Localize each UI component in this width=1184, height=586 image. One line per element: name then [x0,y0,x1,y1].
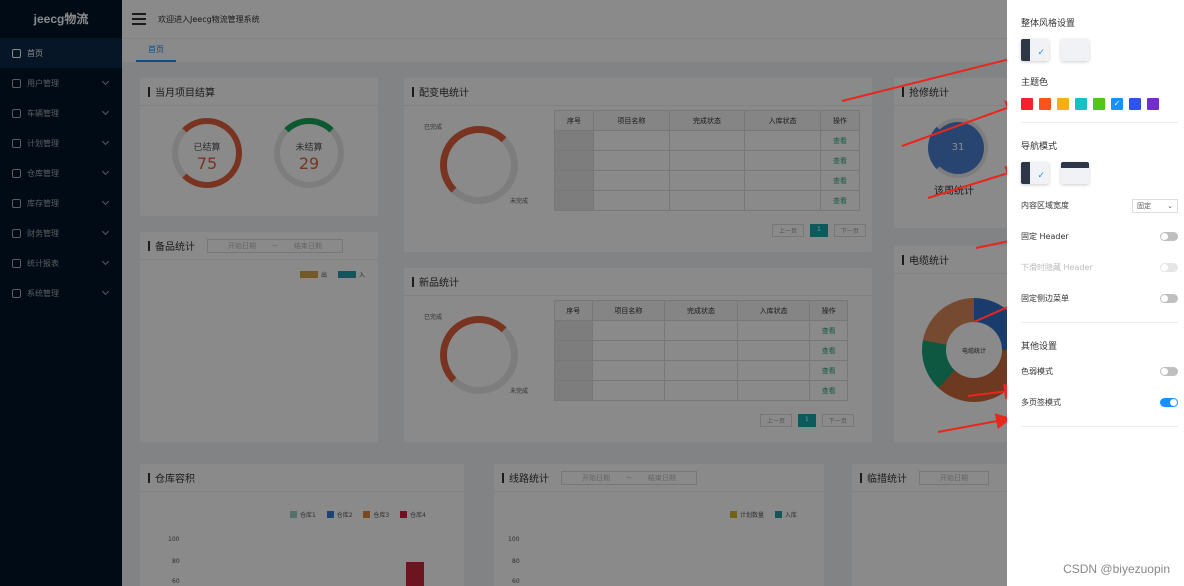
watermark: CSDN @biyezuopin [1063,562,1170,576]
theme-color-orange[interactable] [1057,98,1069,110]
hide-header-row: 下滑时隐藏 Header [1021,252,1178,283]
settings-drawer: 整体风格设置 ✓ 主题色 ✓ 导航模式 ✓ 内容区域宽度 固定 ⌄ 固定 Head… [1007,0,1184,586]
check-icon: ✓ [1037,48,1045,58]
theme-section-title: 主题色 [1021,78,1049,88]
light-style-option[interactable] [1061,39,1089,61]
theme-color-blue[interactable]: ✓ [1111,98,1123,110]
theme-color-cyan[interactable] [1075,98,1087,110]
fixed-sidebar-switch[interactable] [1160,294,1178,303]
modal-mask[interactable] [0,0,1007,586]
hide-header-switch[interactable] [1160,263,1178,272]
side-nav-option[interactable]: ✓ [1021,162,1049,184]
theme-color-geekblue[interactable] [1129,98,1141,110]
fixed-header-switch[interactable] [1160,232,1178,241]
weak-mode-switch[interactable] [1160,367,1178,376]
weak-mode-label: 色弱模式 [1021,367,1053,376]
dark-style-option[interactable]: ✓ [1021,39,1049,61]
content-width-row: 内容区域宽度 固定 ⌄ [1021,190,1178,221]
hide-header-label: 下滑时隐藏 Header [1021,263,1093,272]
check-icon: ✓ [1037,171,1045,181]
top-nav-option[interactable] [1061,162,1089,184]
nav-options: ✓ [1021,162,1178,184]
theme-color-purple[interactable] [1147,98,1159,110]
style-options: ✓ [1021,39,1178,61]
style-section-title: 整体风格设置 [1021,19,1076,29]
theme-color-green[interactable] [1093,98,1105,110]
theme-color-list: ✓ [1021,98,1178,110]
multi-tab-row: 多页签模式 [1021,387,1178,418]
content-width-select[interactable]: 固定 ⌄ [1132,198,1178,213]
fixed-sidebar-label: 固定侧边菜单 [1021,294,1069,303]
weak-mode-row: 色弱模式 [1021,356,1178,387]
select-value: 固定 [1137,201,1151,210]
fixed-header-label: 固定 Header [1021,232,1069,241]
content-width-label: 内容区域宽度 [1021,201,1069,210]
theme-color-volcano[interactable] [1039,98,1051,110]
nav-section-title: 导航模式 [1021,142,1058,152]
multi-tab-switch[interactable] [1160,398,1178,407]
chevron-down-icon: ⌄ [1167,201,1173,210]
other-section-title: 其他设置 [1021,342,1058,352]
fixed-sidebar-row: 固定侧边菜单 [1021,283,1178,314]
fixed-header-row: 固定 Header [1021,221,1178,252]
theme-color-red[interactable] [1021,98,1033,110]
multi-tab-label: 多页签模式 [1021,398,1061,407]
